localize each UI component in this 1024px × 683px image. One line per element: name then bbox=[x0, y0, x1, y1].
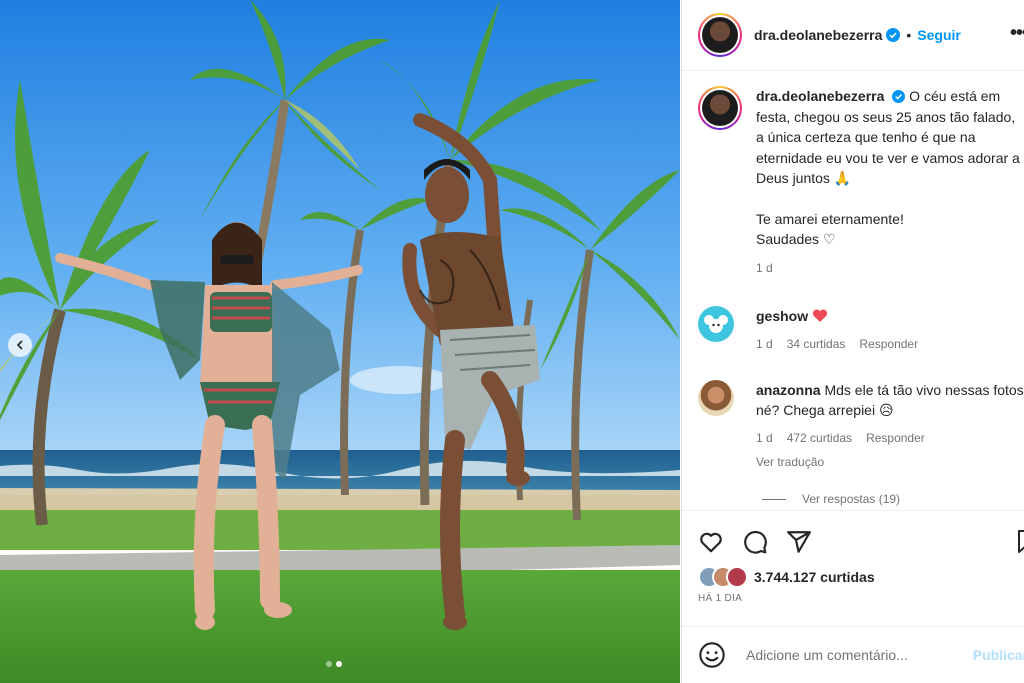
author-avatar[interactable] bbox=[698, 13, 742, 57]
red-heart-emoji-icon bbox=[812, 309, 828, 322]
verified-badge-icon bbox=[886, 28, 901, 42]
emoji-icon[interactable] bbox=[698, 641, 726, 669]
bookmark-icon[interactable] bbox=[1016, 529, 1024, 555]
comment-item: anazonna Mds ele tá tão vivo nessas foto… bbox=[698, 380, 1024, 472]
comment-timestamp: 1 d bbox=[756, 337, 773, 351]
likes-count[interactable]: 3.744.127 curtidas bbox=[754, 569, 875, 585]
header-separator: • bbox=[906, 27, 912, 43]
heart-outline-icon[interactable] bbox=[698, 529, 724, 555]
caption-text-line3: Saudades ♡ bbox=[756, 231, 836, 247]
post-actions: 3.744.127 curtidas HÁ 1 DIA bbox=[682, 510, 1024, 626]
caption-text-line2: Te amarei eternamente! bbox=[756, 210, 904, 227]
post-caption: dra.deolanebezerra O céu está em festa, … bbox=[698, 86, 1024, 278]
liker-avatars bbox=[698, 566, 748, 588]
post-photo[interactable] bbox=[0, 0, 680, 683]
verified-badge-icon bbox=[892, 90, 906, 103]
carousel-indicator bbox=[326, 661, 342, 667]
comment-input[interactable] bbox=[746, 647, 976, 663]
mouse-avatar-icon bbox=[704, 315, 728, 333]
beach-photo-illustration bbox=[0, 0, 680, 683]
comment-item: geshow 1 d 34 curtidas Responder bbox=[698, 306, 1024, 354]
caption-timestamp: 1 d bbox=[756, 260, 773, 275]
comment-bubble-icon[interactable] bbox=[742, 529, 768, 555]
post-side-panel: dra.deolanebezerra • Seguir ••• dra.deol… bbox=[681, 0, 1024, 683]
carousel-dot-active bbox=[336, 661, 342, 667]
carousel-dot bbox=[326, 661, 332, 667]
post-date[interactable]: HÁ 1 DIA bbox=[698, 593, 742, 604]
commenter-username[interactable]: geshow bbox=[756, 308, 808, 324]
caption-author-avatar[interactable] bbox=[698, 86, 742, 130]
comment-timestamp: 1 d bbox=[756, 431, 773, 445]
carousel-prev-button[interactable] bbox=[8, 333, 32, 357]
comment-likes[interactable]: 34 curtidas bbox=[787, 334, 846, 354]
view-replies-label: Ver respostas (19) bbox=[802, 492, 901, 506]
comments-section[interactable]: dra.deolanebezerra O céu está em festa, … bbox=[682, 72, 1024, 510]
replies-divider-line bbox=[762, 498, 786, 500]
comment-likes[interactable]: 472 curtidas bbox=[787, 428, 852, 448]
follow-button[interactable]: Seguir bbox=[917, 27, 961, 43]
caption-author-username[interactable]: dra.deolanebezerra bbox=[756, 88, 884, 104]
view-replies-button[interactable]: Ver respostas (19) bbox=[762, 492, 900, 506]
see-translation-link[interactable]: Ver tradução bbox=[756, 452, 1024, 472]
commenter-avatar[interactable] bbox=[698, 306, 734, 342]
publish-button[interactable]: Publicar bbox=[973, 647, 1024, 663]
post-header: dra.deolanebezerra • Seguir ••• bbox=[682, 0, 1024, 71]
author-username[interactable]: dra.deolanebezerra bbox=[754, 27, 882, 43]
reply-button[interactable]: Responder bbox=[859, 334, 918, 354]
commenter-username[interactable]: anazonna bbox=[756, 382, 821, 398]
liker-avatar bbox=[726, 566, 748, 588]
more-options-button[interactable]: ••• bbox=[1010, 22, 1024, 45]
commenter-avatar[interactable] bbox=[698, 380, 734, 416]
reply-button[interactable]: Responder bbox=[866, 428, 925, 448]
add-comment-bar: Publicar bbox=[682, 626, 1024, 683]
paper-plane-icon[interactable] bbox=[786, 529, 812, 555]
likes-summary[interactable]: 3.744.127 curtidas bbox=[698, 566, 875, 588]
chevron-left-icon bbox=[16, 340, 23, 350]
